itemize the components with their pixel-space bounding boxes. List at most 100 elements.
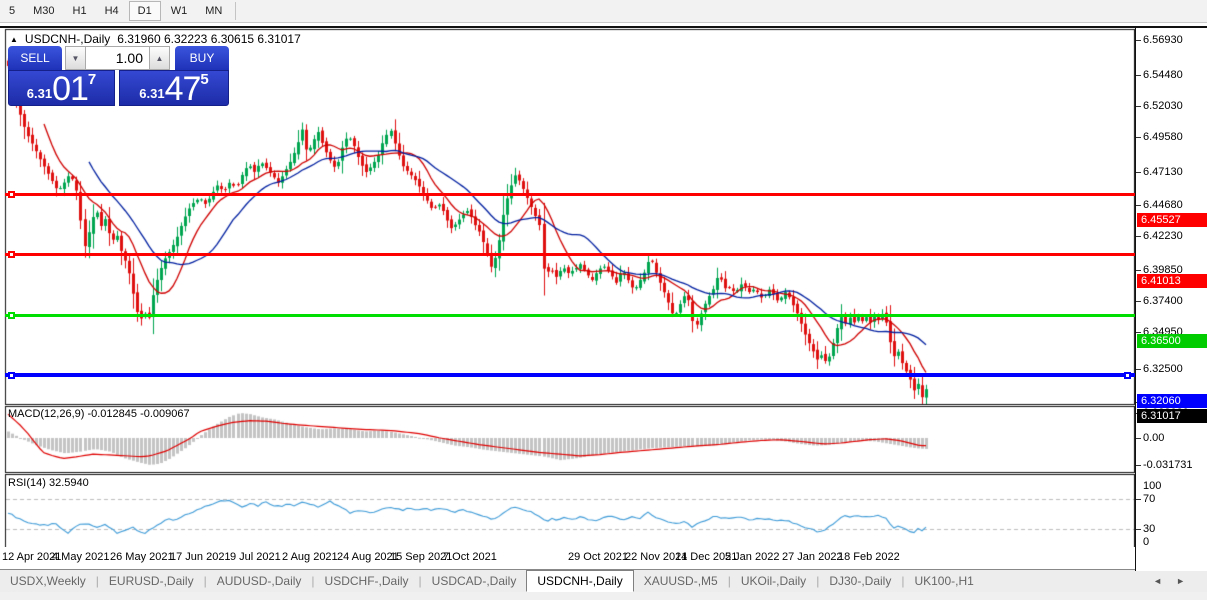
rsi-axis-0: 0	[1143, 536, 1150, 548]
date-axis-label: 27 Jan 2022	[782, 551, 843, 563]
date-axis-label: 2 Aug 2021	[282, 551, 338, 563]
price-axis-tick	[1136, 270, 1141, 271]
one-click-trade-panel: SELL ▼ ▲ BUY 6.31017 6.31475	[8, 46, 229, 106]
hline-anchor[interactable]	[8, 251, 15, 258]
price-badge-support-green: 6.36500	[1137, 334, 1207, 348]
price-axis[interactable]: 6.45527 6.41013 6.36500 6.32060 6.31017 …	[1135, 28, 1207, 571]
hline-resistance-2[interactable]	[5, 253, 1135, 256]
price-axis-tick	[1136, 301, 1141, 302]
price-axis-tick-label: 6.49580	[1143, 131, 1183, 143]
tab-dj30-[interactable]: DJ30-,Daily	[819, 571, 901, 591]
date-axis-label: 7 Oct 2021	[443, 551, 497, 563]
mt4-window: 5 M30 H1 H4 D1 W1 MN ▲ USDCNH-,Daily 6.31960 6…	[0, 0, 1207, 600]
price-axis-tick	[1136, 137, 1141, 138]
price-axis-tick	[1136, 75, 1141, 76]
rsi-axis-100: 100	[1143, 480, 1162, 492]
price-axis-tick	[1136, 369, 1141, 370]
sell-price-display[interactable]: 6.31 01 7	[8, 70, 115, 106]
date-axis-label: 9 Jul 2021	[230, 551, 281, 563]
price-axis-tick	[1136, 332, 1141, 333]
timeframe-button-mn[interactable]: MN	[197, 2, 230, 20]
timeframe-button-5[interactable]: 5	[1, 2, 23, 20]
tab-ukoil-[interactable]: UKOil-,Daily	[731, 571, 816, 591]
price-axis-tick	[1136, 172, 1141, 173]
tab-uk100-[interactable]: UK100-,H1	[904, 571, 983, 591]
timeframe-toolbar[interactable]: 5 M30 H1 H4 D1 W1 MN	[0, 0, 1207, 23]
price-axis-tick	[1136, 236, 1141, 237]
buy-price-display[interactable]: 6.31 47 5	[119, 70, 229, 106]
rsi-axis-30: 30	[1143, 523, 1156, 535]
buy-price-pip: 5	[200, 71, 209, 88]
macd-axis-min: -0.031731	[1143, 459, 1193, 471]
hline-anchor[interactable]	[8, 191, 15, 198]
price-axis-tick-label: 6.52030	[1143, 100, 1183, 112]
hline-support-green[interactable]	[5, 314, 1135, 317]
collapse-triangle-icon[interactable]: ▲	[10, 35, 18, 44]
volume-decrease-button[interactable]: ▼	[65, 46, 86, 70]
chart-title: ▲ USDCNH-,Daily 6.31960 6.32223 6.30615 …	[10, 32, 301, 46]
sell-price-pip: 7	[87, 71, 97, 88]
macd-axis-tick	[1136, 465, 1141, 466]
tab-usdcnh-[interactable]: USDCNH-,Daily	[526, 570, 634, 592]
tab-usdchf-[interactable]: USDCHF-,Daily	[315, 571, 419, 591]
timeframe-button-w1[interactable]: W1	[163, 2, 196, 20]
price-badge-resistance-1: 6.45527	[1137, 213, 1207, 227]
buy-price-big: 47	[164, 70, 202, 108]
ohlc-values: 6.31960 6.32223 6.30615 6.31017	[117, 32, 301, 46]
price-axis-tick	[1136, 40, 1141, 41]
rsi-axis-tick	[1136, 529, 1141, 530]
date-axis-label: 18 Feb 2022	[838, 551, 900, 563]
tab-xauusd-[interactable]: XAUUSD-,M5	[634, 571, 728, 591]
price-axis-tick-label: 6.37400	[1143, 295, 1183, 307]
date-axis[interactable]: 12 Apr 2021 4 May 2021 26 May 2021 17 Jun 2…	[0, 547, 1135, 571]
symbol-period-label: USDCNH-,Daily	[24, 32, 111, 46]
price-axis-tick-label: 6.42230	[1143, 230, 1183, 242]
tab-usdcad-[interactable]: USDCAD-,Daily	[422, 571, 527, 591]
hline-anchor[interactable]	[8, 312, 15, 319]
macd-indicator-label: MACD(12,26,9) -0.012845 -0.009067	[8, 408, 190, 420]
tab-scroll-controls: ◄ ►	[1153, 576, 1207, 586]
volume-increase-button[interactable]: ▲	[149, 46, 170, 70]
buy-price-prefix: 6.31	[139, 86, 165, 101]
sell-button[interactable]: SELL	[8, 46, 62, 70]
sell-price-prefix: 6.31	[26, 86, 53, 101]
macd-axis-zero: 0.00	[1143, 432, 1165, 444]
chart-window: ▲ USDCNH-,Daily 6.31960 6.32223 6.30615 …	[0, 26, 1207, 571]
timeframe-button-d1[interactable]: D1	[128, 1, 161, 21]
toolbar-separator	[235, 2, 237, 20]
tab-eurusd-[interactable]: EURUSD-,Daily	[99, 571, 204, 591]
current-price-badge: 6.31017	[1137, 409, 1207, 423]
price-badge-support-blue: 6.32060	[1137, 394, 1207, 408]
date-axis-label: 29 Oct 2021	[568, 551, 628, 563]
price-axis-tick-label: 6.56930	[1143, 34, 1183, 46]
volume-input[interactable]	[86, 46, 149, 70]
hline-resistance-1[interactable]	[5, 193, 1135, 196]
timeframe-button-h4[interactable]: H4	[97, 2, 127, 20]
tab-usdx[interactable]: USDX,Weekly	[0, 571, 96, 591]
price-axis-tick-label: 6.54480	[1143, 69, 1183, 81]
price-axis-tick	[1136, 205, 1141, 206]
hline-support-blue[interactable]	[5, 373, 1135, 377]
timeframe-button-m30[interactable]: M30	[25, 2, 62, 20]
tab-scroll-right-icon[interactable]: ►	[1176, 576, 1185, 586]
buy-button[interactable]: BUY	[175, 46, 229, 70]
hline-anchor[interactable]	[8, 372, 15, 379]
date-axis-label: 4 May 2021	[52, 551, 110, 563]
macd-axis-tick	[1136, 438, 1141, 439]
chart-tab-bar: USDX,Weekly | EURUSD-,Daily | AUDUSD-,Daily |…	[0, 569, 1207, 592]
tab-scroll-left-icon[interactable]: ◄	[1153, 576, 1162, 586]
sell-price-big: 01	[52, 70, 89, 108]
tab-audusd-[interactable]: AUDUSD-,Daily	[207, 571, 312, 591]
price-axis-tick-label: 6.32500	[1143, 363, 1183, 375]
bottom-strip	[0, 592, 1207, 600]
rsi-axis-70: 70	[1143, 493, 1156, 505]
rsi-indicator-label: RSI(14) 32.5940	[8, 477, 89, 489]
price-axis-tick-label: 6.47130	[1143, 166, 1183, 178]
date-axis-label: 26 May 2021	[110, 551, 174, 563]
hline-end-anchor[interactable]	[1124, 372, 1131, 379]
date-axis-label: 5 Jan 2022	[725, 551, 780, 563]
price-badge-resistance-2: 6.41013	[1137, 274, 1207, 288]
price-axis-tick-label: 6.44680	[1143, 199, 1183, 211]
date-axis-label: 17 Jun 2021	[170, 551, 231, 563]
timeframe-button-h1[interactable]: H1	[65, 2, 95, 20]
